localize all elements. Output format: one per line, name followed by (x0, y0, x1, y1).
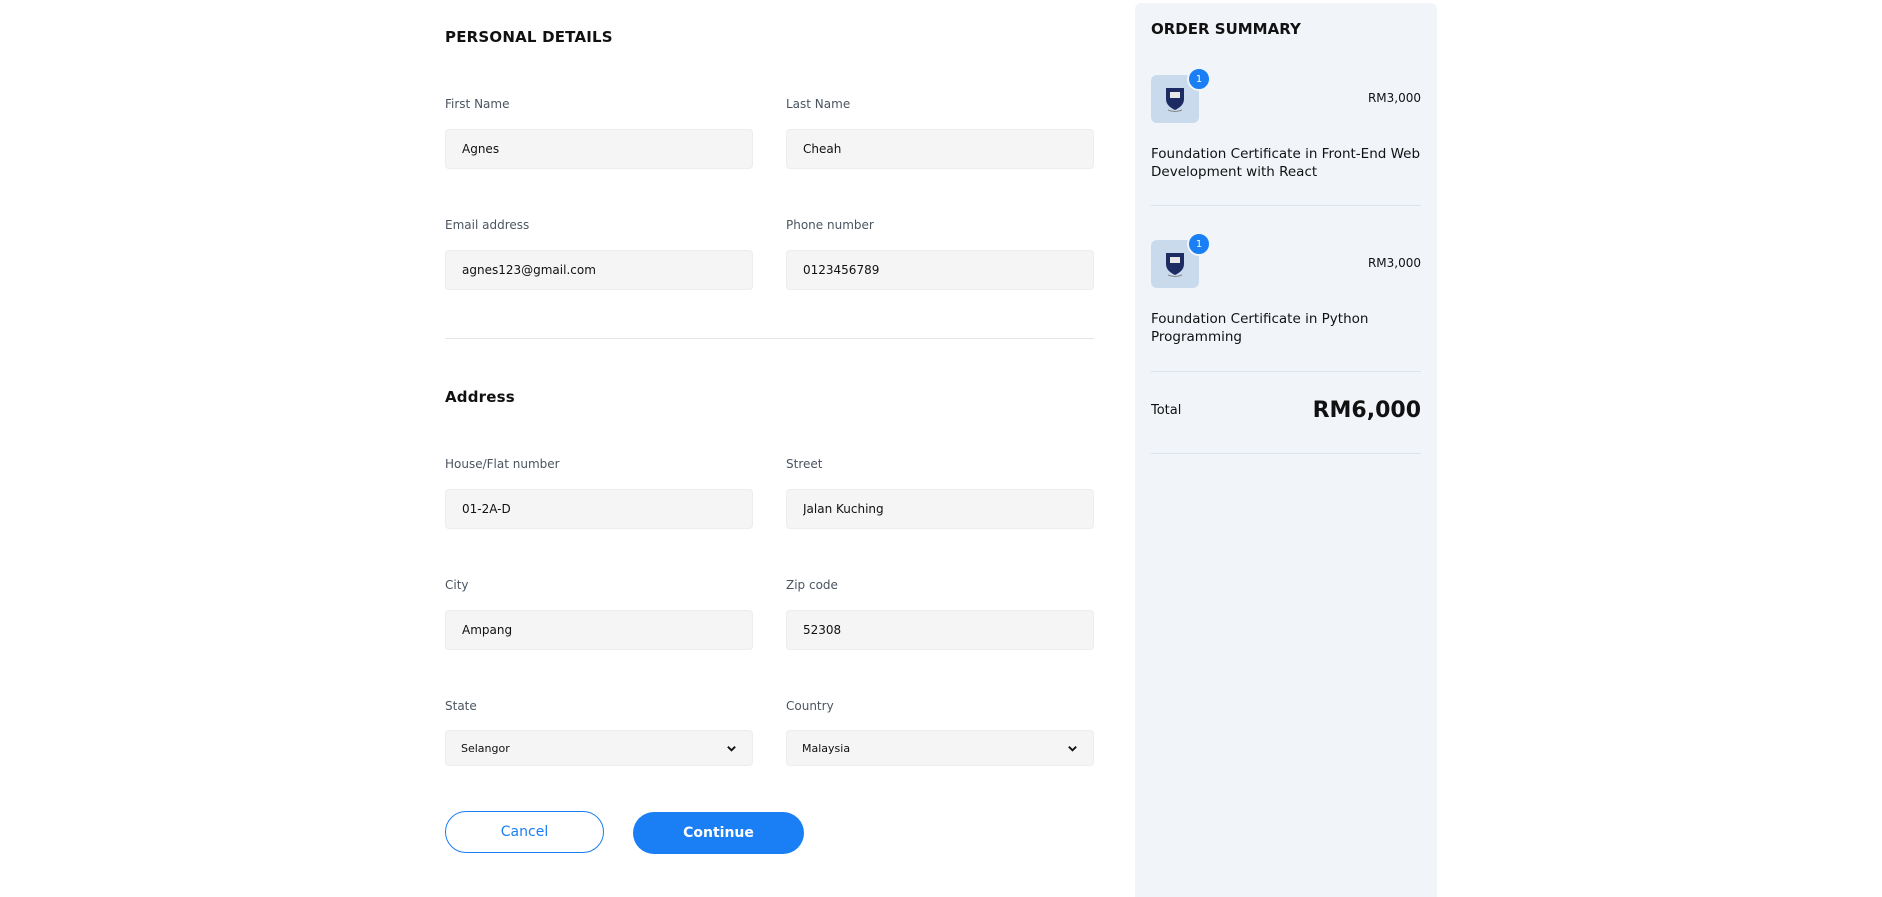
first-name-label: First Name (445, 97, 510, 111)
continue-button[interactable]: Continue (633, 812, 804, 854)
house-input[interactable] (445, 489, 753, 529)
state-label: State (445, 699, 477, 713)
zip-input[interactable] (786, 610, 1094, 650)
chevron-down-icon (727, 745, 736, 752)
city-input[interactable] (445, 610, 753, 650)
university-crest-icon (1166, 253, 1184, 277)
country-select[interactable]: Malaysia (786, 730, 1094, 766)
country-value: Malaysia (802, 741, 851, 755)
zip-label: Zip code (786, 578, 838, 592)
first-name-input[interactable] (445, 129, 753, 169)
quantity-badge: 1 (1187, 67, 1211, 91)
state-select[interactable]: Selangor (445, 730, 753, 766)
phone-label: Phone number (786, 218, 874, 232)
summary-divider (1151, 371, 1421, 372)
phone-input[interactable] (786, 250, 1094, 290)
personal-details-title: PERSONAL DETAILS (445, 28, 613, 46)
country-label: Country (786, 699, 834, 713)
item-price: RM3,000 (1367, 256, 1421, 270)
order-summary-title: ORDER SUMMARY (1151, 20, 1301, 38)
summary-divider (1151, 453, 1421, 454)
item-title: Foundation Certificate in Python Program… (1151, 311, 1369, 345)
item-title: Foundation Certificate in Front-End Web … (1151, 146, 1421, 180)
city-label: City (445, 578, 469, 592)
total-value: RM6,000 (1312, 398, 1421, 423)
summary-divider (1151, 205, 1421, 206)
street-input[interactable] (786, 489, 1094, 529)
last-name-input[interactable] (786, 129, 1094, 169)
quantity-badge: 1 (1187, 232, 1211, 256)
total-label: Total (1151, 403, 1182, 418)
cancel-button[interactable]: Cancel (445, 811, 604, 853)
house-label: House/Flat number (445, 457, 560, 471)
chevron-down-icon (1068, 745, 1077, 752)
section-divider (445, 338, 1094, 339)
university-crest-icon (1166, 88, 1184, 112)
address-title: Address (445, 388, 515, 406)
order-summary-panel: ORDER SUMMARY 1 RM3,000 Foundation Certi… (1135, 3, 1437, 897)
street-label: Street (786, 457, 823, 471)
item-price: RM3,000 (1367, 91, 1421, 105)
state-value: Selangor (461, 741, 510, 755)
last-name-label: Last Name (786, 97, 851, 111)
email-input[interactable] (445, 250, 753, 290)
email-label: Email address (445, 218, 530, 232)
